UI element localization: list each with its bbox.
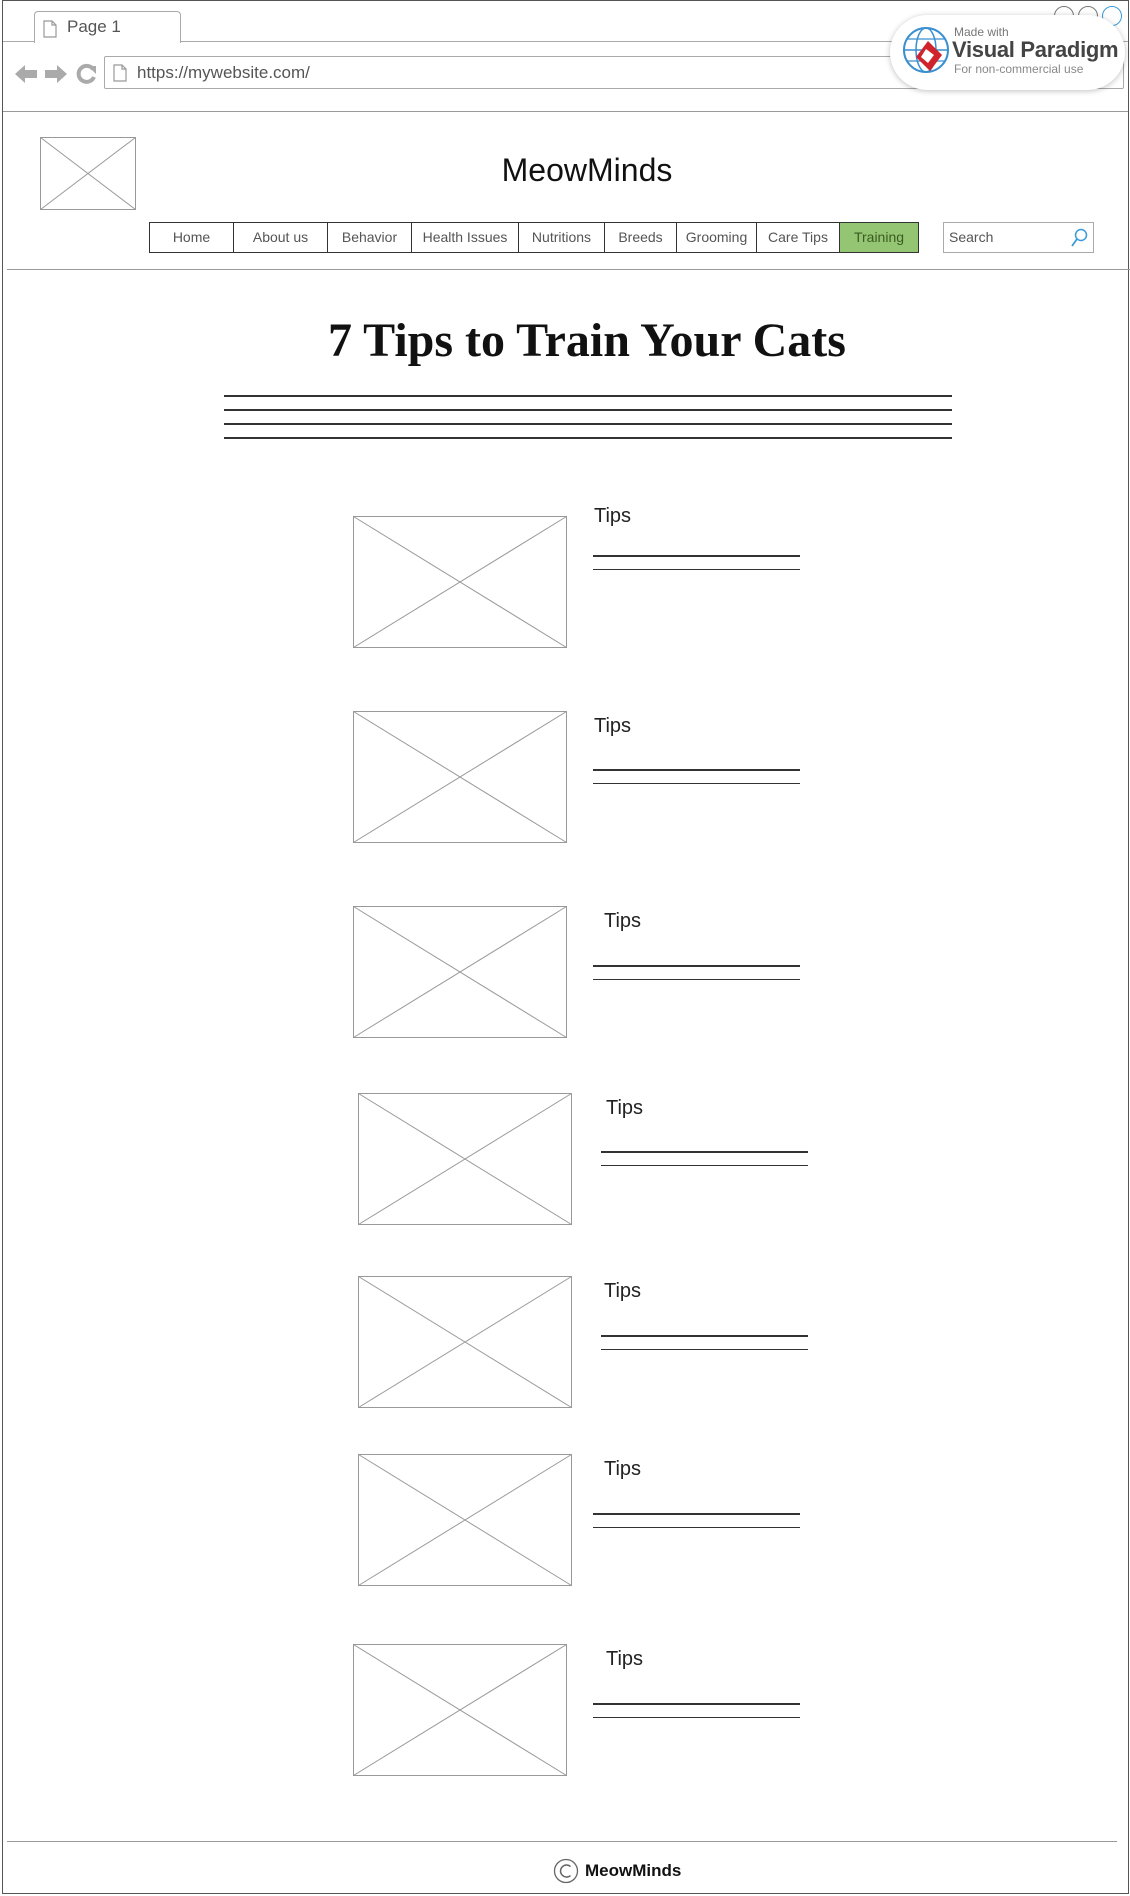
browser-window: Page 1 https://mywebsite.com/ Made with … — [2, 0, 1130, 1894]
tip-image-placeholder[interactable] — [353, 711, 567, 843]
tip-image-placeholder[interactable] — [358, 1454, 572, 1586]
text-line — [593, 978, 800, 980]
site-title: MeowMinds — [501, 152, 673, 188]
intro-text-placeholder — [224, 395, 952, 451]
text-line — [593, 1513, 800, 1515]
tip-heading: Tips — [606, 1097, 644, 1119]
text-line — [224, 409, 952, 411]
text-line — [593, 555, 800, 557]
nav-item-nutritions[interactable]: Nutritions — [519, 223, 605, 252]
visual-paradigm-logo-icon — [903, 27, 949, 73]
visual-paradigm-watermark: Made with Visual Paradigm For non-commer… — [890, 15, 1125, 90]
text-line — [601, 1164, 808, 1166]
footer-divider — [7, 1841, 1117, 1842]
text-line — [593, 1703, 800, 1705]
url-text: https://mywebsite.com/ — [137, 63, 310, 82]
browser-tab[interactable]: Page 1 — [34, 11, 181, 43]
text-line — [601, 1348, 808, 1350]
search-input[interactable]: Search — [943, 222, 1094, 253]
tip-heading: Tips — [604, 910, 642, 932]
page-icon — [113, 64, 127, 82]
text-line — [224, 423, 952, 425]
tip-text-placeholder — [593, 1513, 800, 1540]
text-line — [224, 437, 952, 439]
nav-item-breeds[interactable]: Breeds — [605, 223, 677, 252]
tip-image-placeholder[interactable] — [358, 1093, 572, 1225]
back-arrow-icon[interactable] — [14, 63, 38, 85]
text-line — [593, 782, 800, 784]
nav-item-training[interactable]: Training — [840, 223, 918, 252]
text-line — [224, 395, 952, 397]
browser-chrome: Page 1 https://mywebsite.com/ Made with … — [3, 1, 1128, 112]
tip-heading: Tips — [604, 1280, 642, 1302]
main-navigation: Home About us Behavior Health Issues Nut… — [149, 222, 919, 253]
text-line — [601, 1335, 808, 1337]
text-line — [593, 568, 800, 570]
nav-item-about-us[interactable]: About us — [234, 223, 328, 252]
text-line — [601, 1151, 808, 1153]
tip-image-placeholder[interactable] — [353, 1644, 567, 1776]
search-placeholder: Search — [949, 229, 994, 245]
watermark-sub-text: For non-commercial use — [954, 62, 1084, 76]
tab-label: Page 1 — [67, 17, 121, 36]
tip-text-placeholder — [593, 1703, 800, 1730]
text-line — [593, 1526, 800, 1528]
tip-heading: Tips — [594, 505, 632, 527]
tip-text-placeholder — [593, 555, 800, 582]
forward-arrow-icon[interactable] — [44, 63, 68, 85]
nav-item-care-tips[interactable]: Care Tips — [757, 223, 840, 252]
nav-item-grooming[interactable]: Grooming — [677, 223, 757, 252]
footer: MeowMinds — [553, 1858, 681, 1884]
tip-image-placeholder[interactable] — [358, 1276, 572, 1408]
tip-text-placeholder — [601, 1335, 808, 1362]
header-divider — [7, 269, 1130, 270]
nav-item-behavior[interactable]: Behavior — [328, 223, 412, 252]
tip-text-placeholder — [593, 769, 800, 796]
nav-item-health-issues[interactable]: Health Issues — [412, 223, 519, 252]
browser-nav-buttons — [14, 63, 99, 85]
nav-item-home[interactable]: Home — [150, 223, 234, 252]
copyright-icon — [553, 1858, 579, 1884]
footer-brand: MeowMinds — [585, 1861, 682, 1880]
text-line — [593, 965, 800, 967]
text-line — [593, 1716, 800, 1718]
tip-heading: Tips — [594, 715, 632, 737]
refresh-icon[interactable] — [75, 63, 97, 85]
tip-text-placeholder — [601, 1151, 808, 1178]
tip-image-placeholder[interactable] — [353, 906, 567, 1038]
watermark-brand-text: Visual Paradigm — [952, 37, 1119, 62]
text-line — [593, 769, 800, 771]
tip-text-placeholder — [593, 965, 800, 992]
tip-heading: Tips — [606, 1648, 644, 1670]
search-icon[interactable] — [1070, 228, 1088, 248]
tip-image-placeholder[interactable] — [353, 516, 567, 648]
page-title: 7 Tips to Train Your Cats — [328, 314, 846, 367]
page-icon — [43, 20, 57, 38]
logo-image-placeholder[interactable] — [40, 137, 136, 210]
tip-heading: Tips — [604, 1458, 642, 1480]
